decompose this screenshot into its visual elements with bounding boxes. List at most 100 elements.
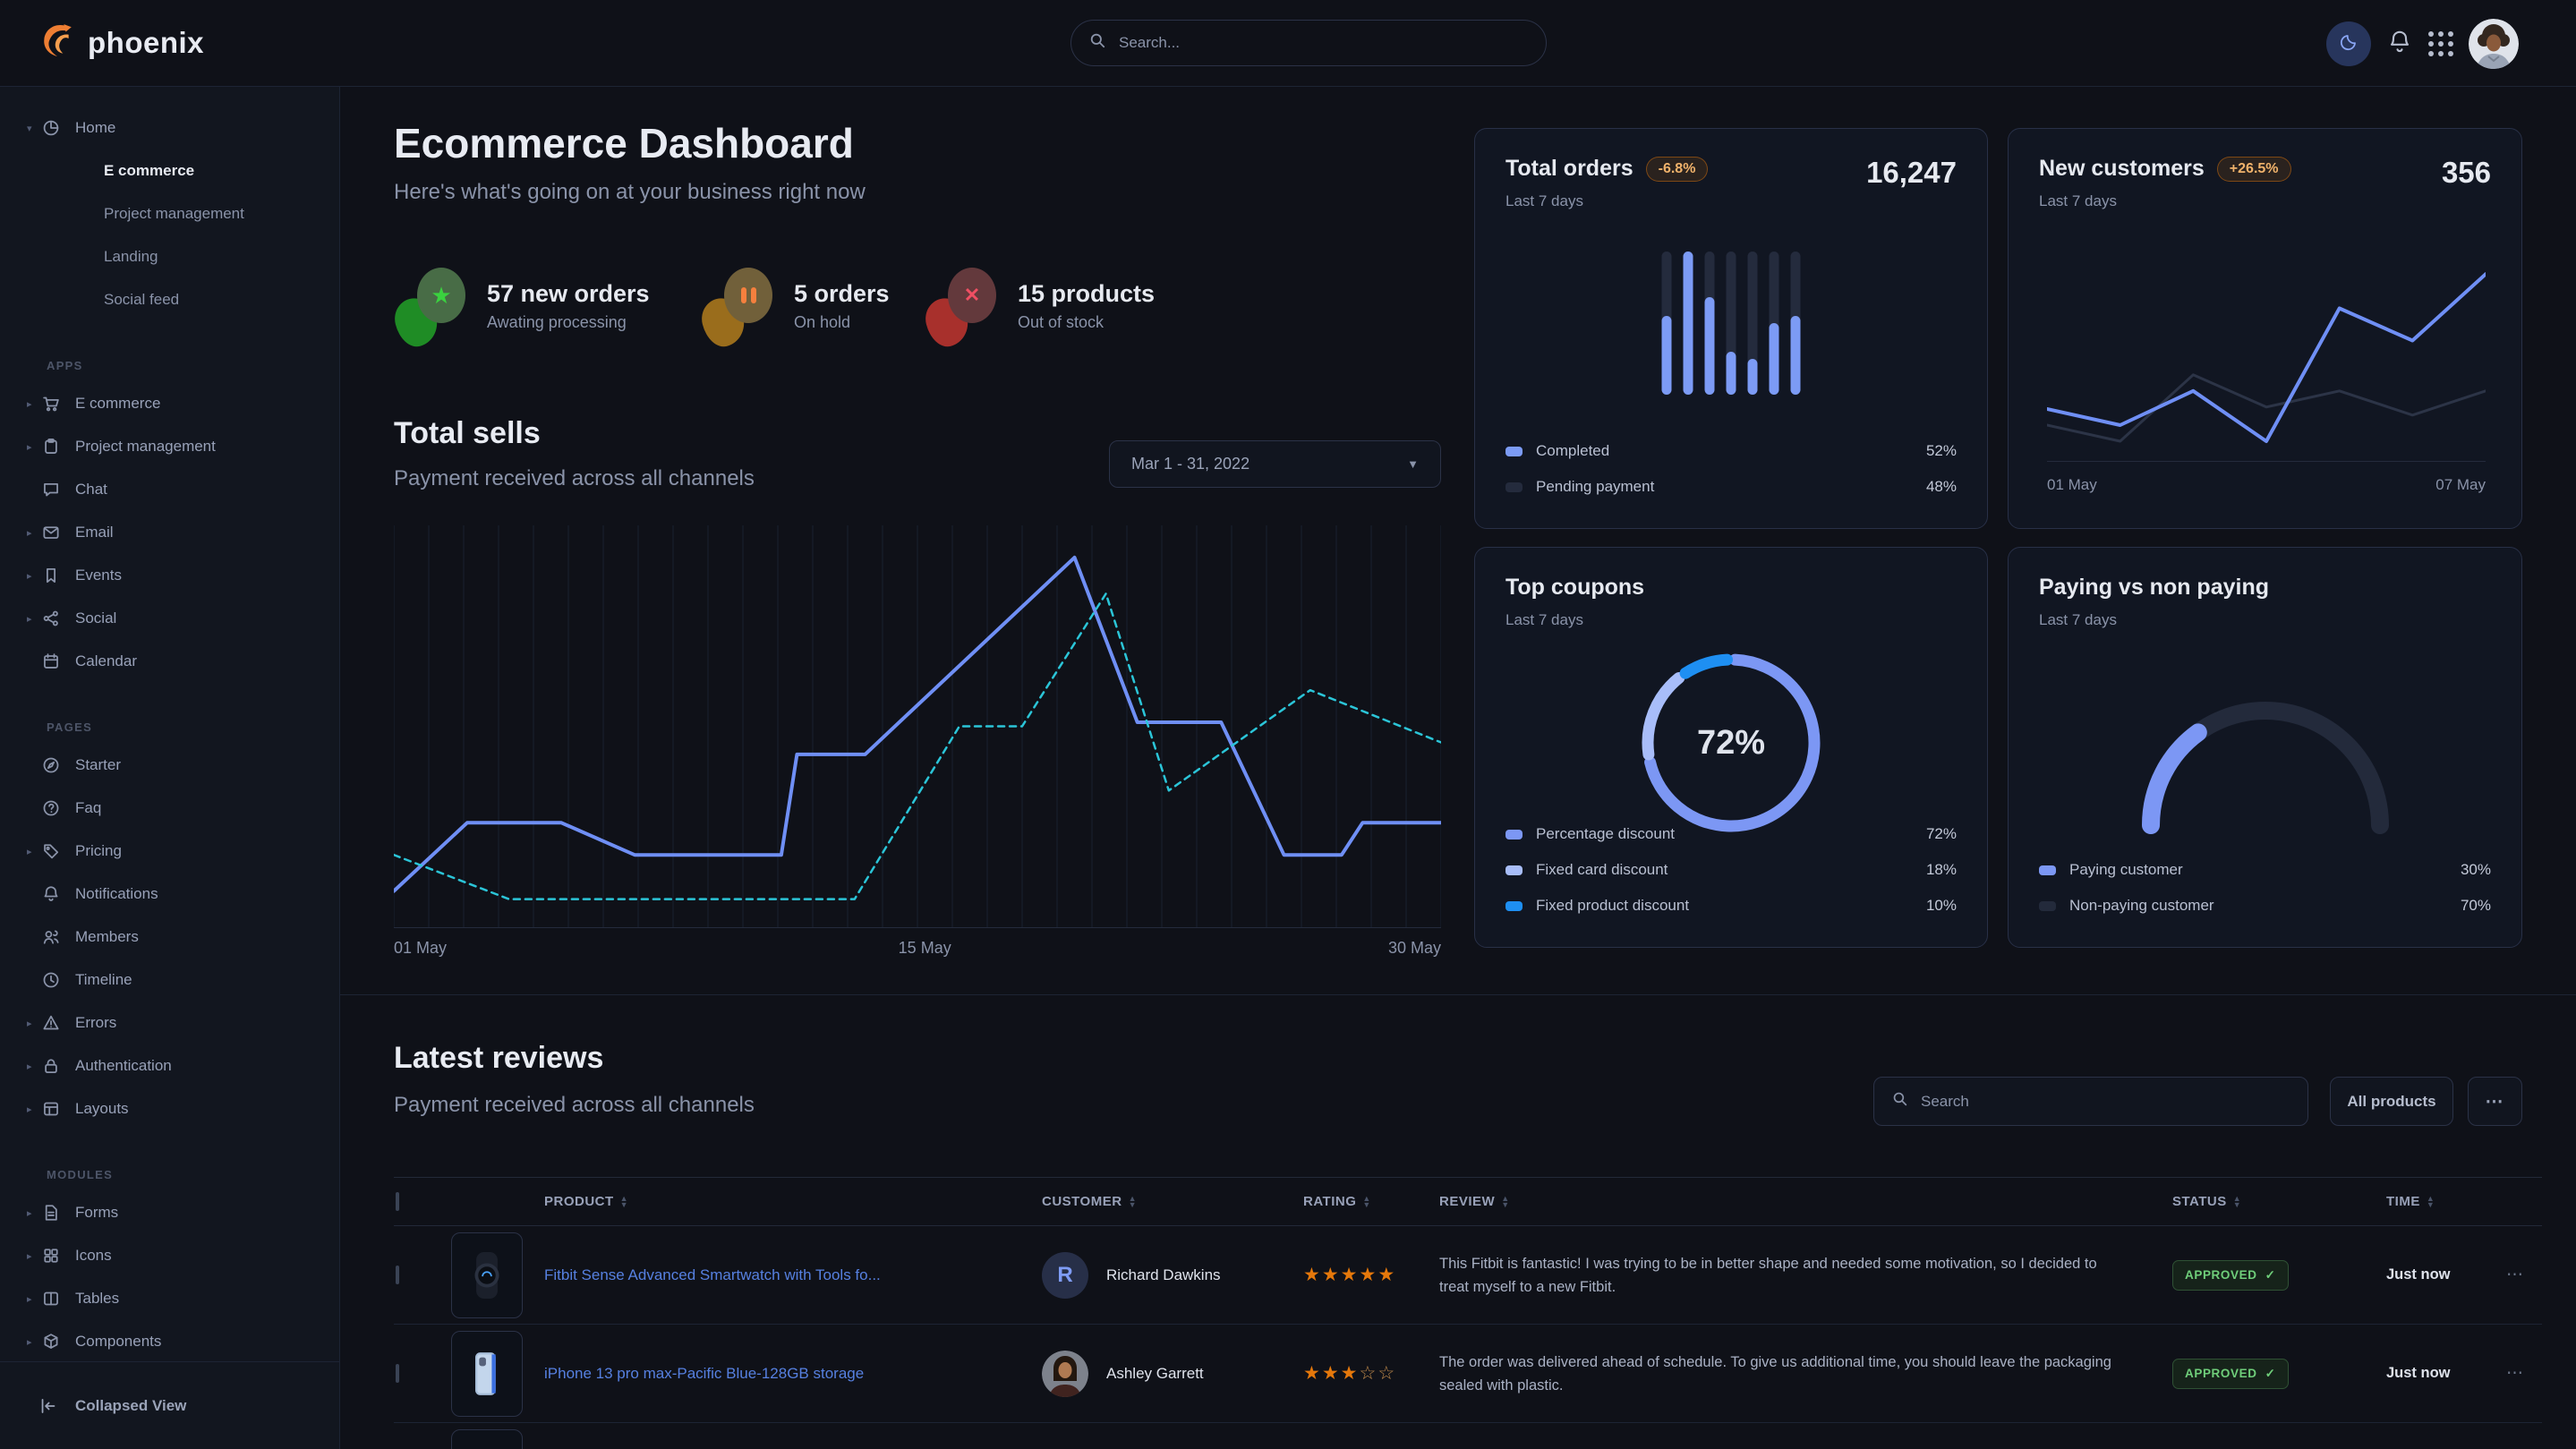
sidebar-item-apps-ecommerce[interactable]: ▸E commerce [0,382,339,425]
clipboard-icon [42,438,75,456]
rating-stars: ★★★★★ [1291,1264,1427,1286]
sidebar-item-apps-project-management[interactable]: ▸Project management [0,425,339,468]
chevron-right-icon: ▸ [27,1104,42,1115]
apps-grid-button[interactable] [2428,31,2453,56]
sidebar-item-home[interactable]: ▾ Home [0,107,339,149]
trend-badge: +26.5% [2217,157,2291,182]
navbar-search[interactable] [1070,20,1547,66]
sidebar-item-pricing[interactable]: ▸Pricing [0,830,339,873]
customer-cell: Ashley Garrett [1029,1351,1291,1397]
reviews-more-button[interactable]: ⋯ [2468,1077,2522,1126]
sidebar-item-events[interactable]: ▸Events [0,554,339,597]
total-orders-value: 16,247 [1866,156,1957,190]
screen: phoenix [0,0,2576,1449]
chevron-right-icon: ▸ [27,1061,42,1072]
chevron-right-icon: ▸ [27,441,42,453]
sidebar-item-tables[interactable]: ▸Tables [0,1277,339,1320]
sidebar-item-icons[interactable]: ▸Icons [0,1234,339,1277]
row-menu-button[interactable]: ⋯ [2494,1363,2542,1384]
status-badge: APPROVED✓ [2172,1359,2289,1389]
sidebar-item-forms[interactable]: ▸Forms [0,1191,339,1234]
question-circle-icon [42,799,75,817]
review-time: Just now [2374,1266,2494,1283]
sidebar-item-members[interactable]: Members [0,916,339,959]
sidebar-item-chat[interactable]: Chat [0,468,339,511]
top-coupons-card: Top coupons Last 7 days 72% Percentage d… [1474,547,1988,948]
date-range-select[interactable]: Mar 1 - 31, 2022 ▼ [1109,440,1441,488]
product-thumbnail[interactable] [451,1429,523,1449]
product-thumbnail-smartwatch[interactable] [451,1232,523,1318]
search-input[interactable] [1117,33,1528,53]
warning-triangle-icon [42,1014,75,1032]
total-sells-title: Total sells [394,416,541,451]
avatar-letter: R [1042,1252,1088,1299]
user-avatar[interactable] [2469,19,2519,69]
page-subtitle: Here's what's going on at your business … [394,180,866,205]
legend-item: Pending payment48% [1506,469,1957,505]
sidebar-item-project-management-dashboard[interactable]: Project management [0,192,339,235]
legend-item: Completed52% [1506,433,1957,469]
sidebar-item-starter[interactable]: Starter [0,744,339,787]
reviews-search[interactable] [1873,1077,2308,1126]
page-title: Ecommerce Dashboard [394,119,854,167]
sort-icon: ▲▼ [620,1196,628,1208]
table-row: iPhone 13 pro max-Pacific Blue-128GB sto… [394,1325,2542,1423]
sort-icon: ▲▼ [2427,1196,2435,1208]
sidebar-item-calendar[interactable]: Calendar [0,640,339,683]
sidebar-item-faq[interactable]: Faq [0,787,339,830]
chevron-right-icon: ▸ [27,527,42,539]
section-divider [340,994,2576,995]
paying-gauge [2122,689,2409,840]
reviews-table: PRODUCT▲▼ CUSTOMER▲▼ RATING▲▼ REVIEW▲▼ S… [394,1177,2542,1449]
column-header-time[interactable]: TIME▲▼ [2374,1194,2494,1209]
sidebar-item-notifications[interactable]: Notifications [0,873,339,916]
latest-reviews-title: Latest reviews [394,1041,603,1076]
sidebar-item-layouts[interactable]: ▸Layouts [0,1087,339,1130]
sidebar-item-errors[interactable]: ▸Errors [0,1002,339,1044]
sidebar-item-authentication[interactable]: ▸Authentication [0,1044,339,1087]
sidebar-section-modules: MODULES [0,1157,339,1191]
cube-icon [42,1333,75,1351]
product-thumbnail-iphone[interactable] [451,1331,523,1417]
shopping-cart-icon [42,395,75,413]
customer-cell: R Richard Dawkins [1029,1252,1291,1299]
row-checkbox[interactable] [396,1266,399,1284]
row-checkbox[interactable] [396,1364,399,1383]
product-link[interactable]: Fitbit Sense Advanced Smartwatch with To… [544,1266,881,1283]
column-header-status[interactable]: STATUS▲▼ [2160,1194,2374,1209]
product-link[interactable]: iPhone 13 pro max-Pacific Blue-128GB sto… [544,1365,864,1382]
column-header-product[interactable]: PRODUCT▲▼ [532,1194,1029,1209]
column-header-review[interactable]: REVIEW▲▼ [1427,1194,2160,1209]
sidebar-item-social-feed[interactable]: Social feed [0,278,339,321]
legend-item: Non-paying customer70% [2039,888,2491,924]
sidebar-section-pages: PAGES [0,710,339,744]
all-products-button[interactable]: All products [2330,1077,2453,1126]
chevron-right-icon: ▸ [27,1336,42,1348]
sidebar-item-email[interactable]: ▸Email [0,511,339,554]
layout-icon [42,1100,75,1118]
brand-logo[interactable]: phoenix [38,21,204,64]
sort-icon: ▲▼ [1362,1196,1370,1208]
review-time: Just now [2374,1365,2494,1382]
sidebar-item-ecommerce-dashboard[interactable]: E commerce [0,149,339,192]
collapsed-view-toggle[interactable]: Collapsed View [0,1361,339,1449]
column-header-rating[interactable]: RATING▲▼ [1291,1194,1427,1209]
select-all-checkbox[interactable] [396,1192,399,1211]
sidebar-item-landing[interactable]: Landing [0,235,339,278]
chevron-right-icon: ▸ [27,570,42,582]
sidebar-item-timeline[interactable]: Timeline [0,959,339,1002]
row-menu-button[interactable]: ⋯ [2494,1265,2542,1285]
new-customers-x-axis: 01 May 07 May [2047,461,2486,494]
column-header-customer[interactable]: CUSTOMER▲▼ [1029,1194,1291,1209]
paying-vs-non-paying-card: Paying vs non paying Last 7 days Paying … [2008,547,2522,948]
paying-gauge-chart [2122,689,2409,844]
legend-item: Percentage discount72% [1506,816,1957,852]
notifications-button[interactable] [2386,29,2413,58]
sidebar-item-social[interactable]: ▸Social [0,597,339,640]
rating-stars: ★★★☆☆ [1291,1362,1427,1385]
new-customers-value: 356 [2442,156,2491,190]
reviews-search-input[interactable] [1919,1092,2290,1112]
main-content: Ecommerce Dashboard Here's what's going … [340,87,2576,1449]
dark-mode-toggle[interactable] [2326,21,2371,66]
sidebar-item-components[interactable]: ▸Components [0,1320,339,1363]
